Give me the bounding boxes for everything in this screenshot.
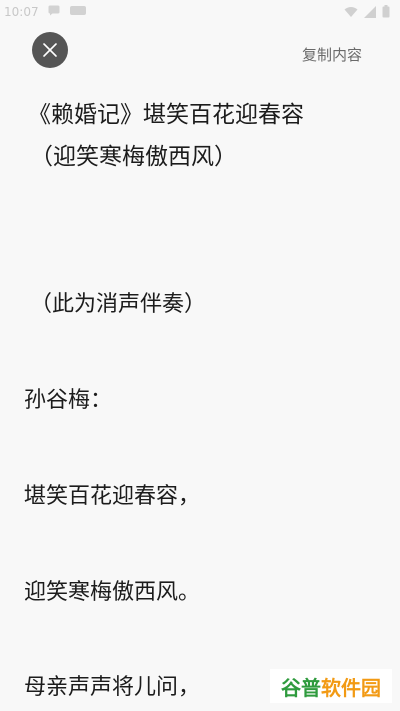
watermark-part-1: 谷普: [281, 675, 321, 700]
close-icon: [43, 43, 57, 57]
status-left-icons: [48, 5, 86, 19]
watermark-part-2: 软件园: [321, 675, 381, 700]
status-time: 10:07: [4, 5, 39, 19]
close-button[interactable]: [32, 32, 68, 68]
lyric-line: （此为消声伴奏）: [30, 292, 207, 317]
song-subtitle: （迎笑寒梅傲西风）: [30, 144, 237, 170]
watermark-logo: 谷普 软件园: [270, 669, 392, 703]
lyric-line: 堪笑百花迎春容，: [24, 484, 201, 509]
lyric-line: 母亲声声将儿问，: [24, 675, 201, 700]
status-bar: 10:07: [0, 0, 400, 26]
song-title: 《赖婚记》堪笑百花迎春容: [28, 102, 304, 128]
status-right-icons: [344, 5, 390, 18]
lyric-line: 迎笑寒梅傲西风。: [24, 580, 201, 605]
copy-content-button[interactable]: 复制内容: [302, 44, 362, 65]
lyrics-screen: 10:07 复制内容 《赖婚记》堪笑百花迎春容 （迎笑寒梅傲西风） （此为消声伴…: [0, 0, 400, 711]
wifi-icon: [344, 6, 358, 17]
lyric-line: 孙谷梅：: [24, 388, 113, 413]
app-icon: [69, 6, 86, 15]
signal-icon: [364, 5, 376, 18]
battery-icon: [382, 5, 390, 18]
message-icon: [48, 5, 60, 16]
